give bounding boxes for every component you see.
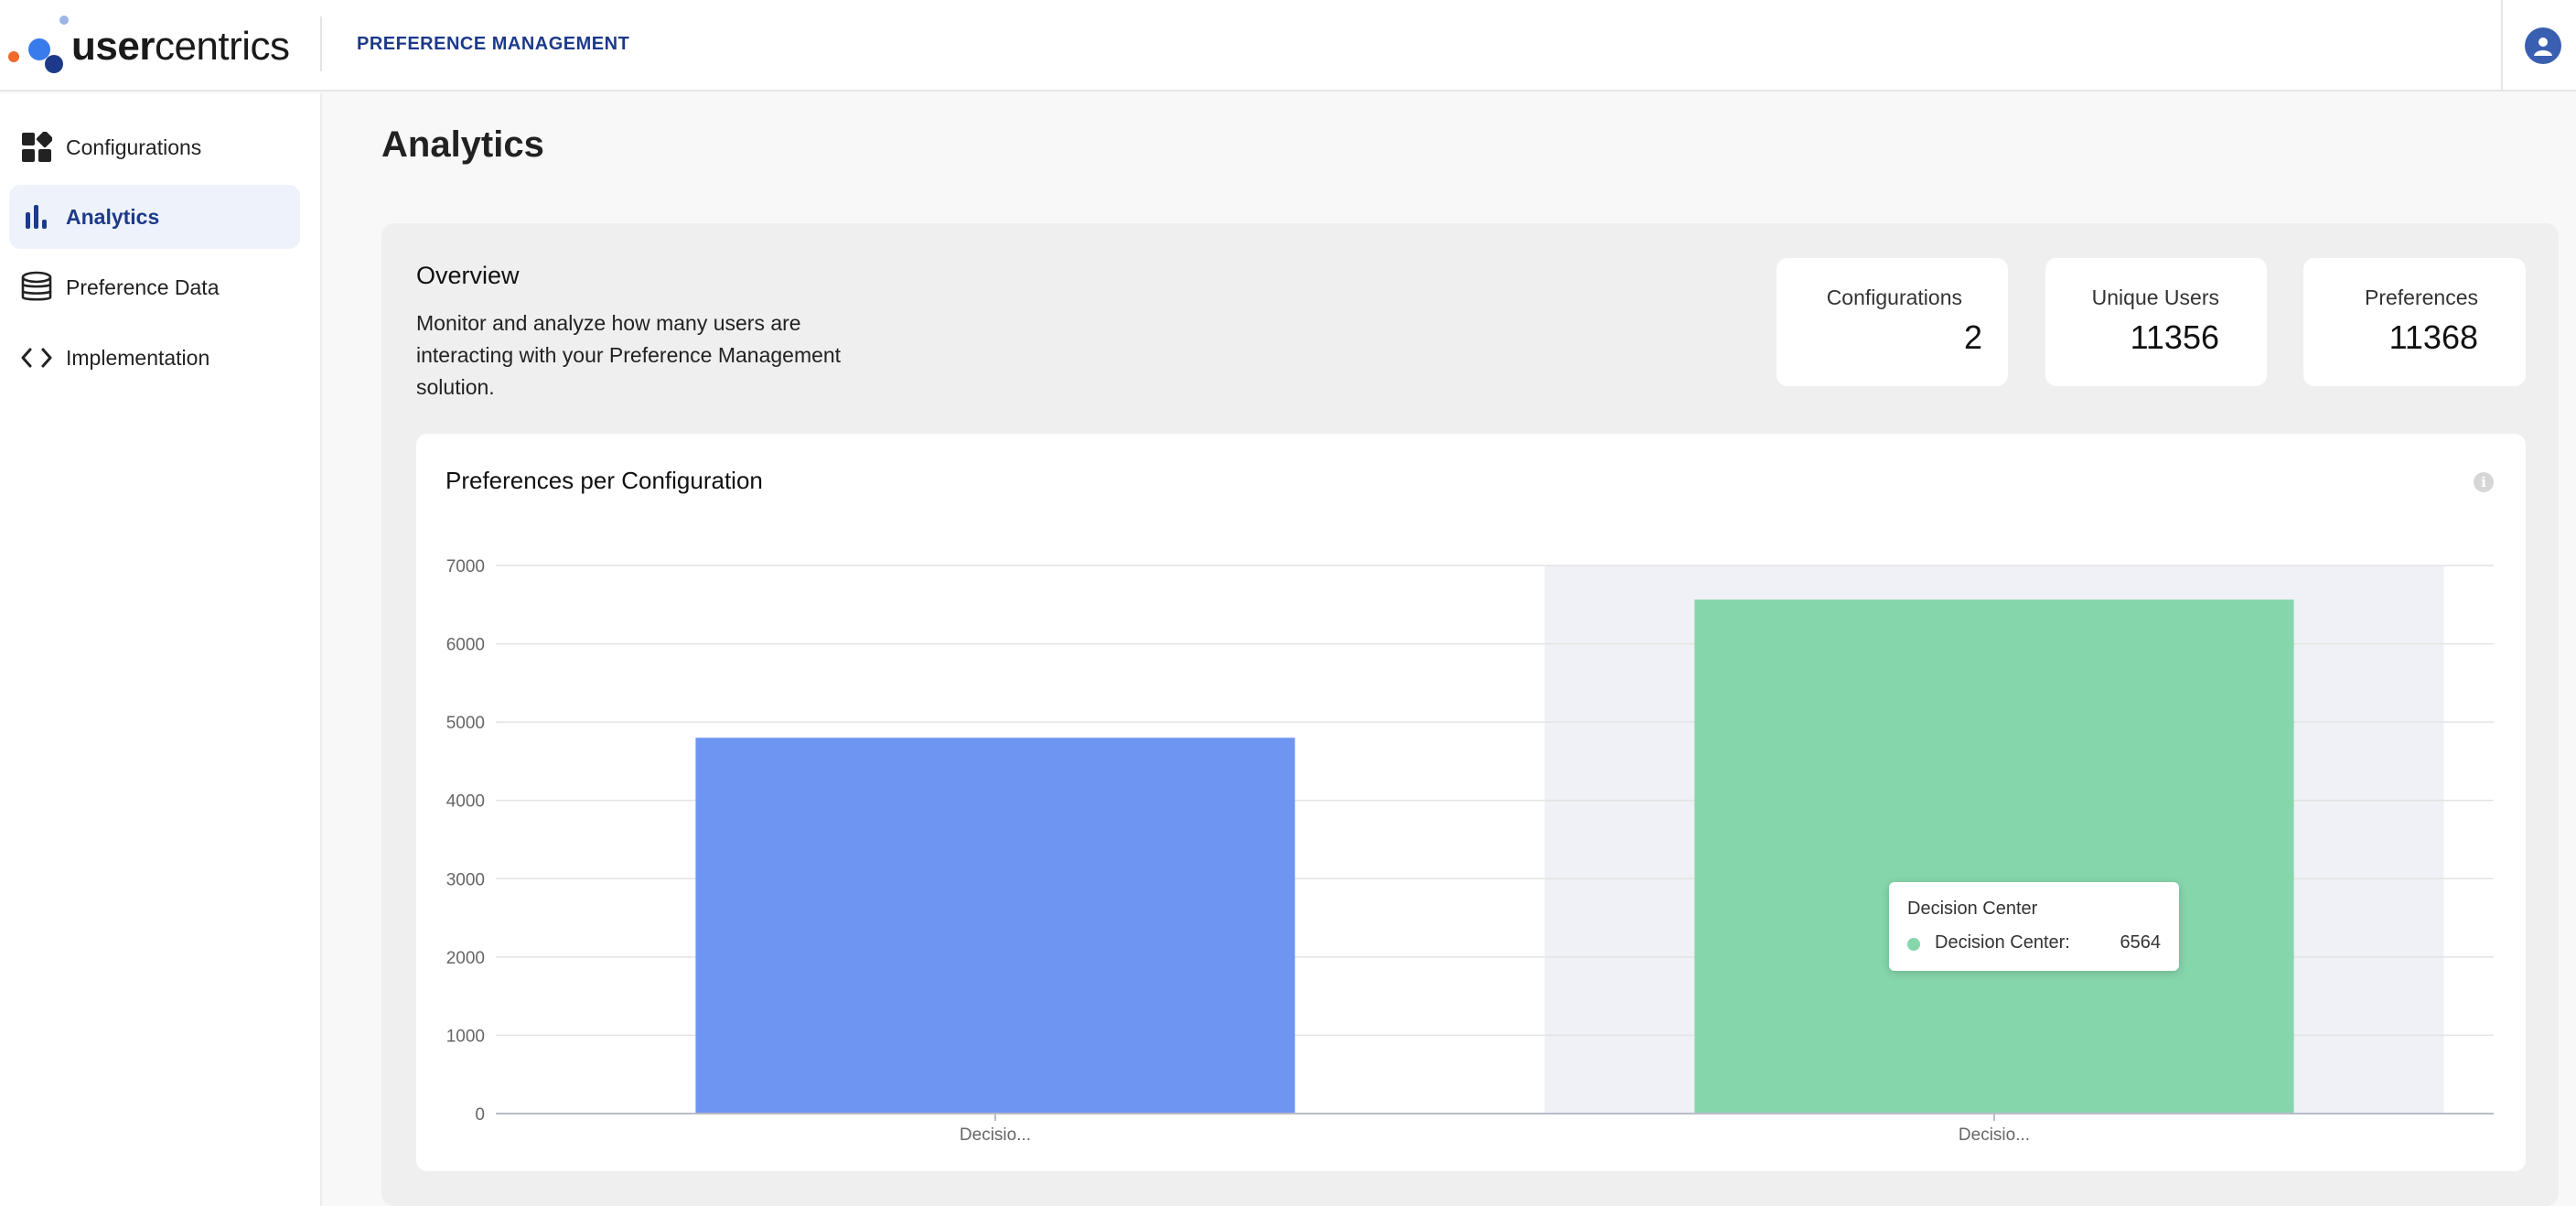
bar-chart-icon <box>18 199 55 235</box>
stat-value: 11368 <box>2388 318 2478 356</box>
stat-value: 2 <box>1963 318 1982 356</box>
sidebar-item-label: Implementation <box>66 345 210 370</box>
stat-card-configurations: Configurations 2 <box>1776 258 2008 386</box>
tooltip-series-dot <box>1907 938 1920 951</box>
tooltip-value: 6564 <box>2120 932 2162 953</box>
bar <box>1694 599 2294 1114</box>
y-tick-label: 1000 <box>446 1027 485 1046</box>
y-tick-label: 4000 <box>446 792 485 812</box>
bar <box>695 738 1295 1114</box>
code-brackets-icon <box>18 339 55 376</box>
sidebar-item-label: Analytics <box>66 204 160 229</box>
x-tick-label: Decisio... <box>1959 1125 2030 1145</box>
tooltip-title: Decision Center <box>1907 899 2038 919</box>
user-account-button[interactable] <box>2525 27 2561 64</box>
database-icon <box>18 269 55 306</box>
tooltip-series-name: Decision Center: <box>1935 932 2070 953</box>
stat-card-preferences: Preferences 11368 <box>2303 258 2526 386</box>
logo-wordmark: usercentrics <box>71 24 290 69</box>
overview-title: Overview <box>416 262 520 289</box>
sidebar: Configurations Analytics Preference Data <box>0 93 322 1206</box>
sidebar-item-configurations[interactable]: Configurations <box>9 115 300 179</box>
y-tick-label: 7000 <box>446 557 485 576</box>
stat-label: Configurations <box>1826 285 1962 309</box>
sidebar-item-implementation[interactable]: Implementation <box>9 326 300 390</box>
header-divider <box>320 16 322 71</box>
stat-card-unique-users: Unique Users 11356 <box>2045 258 2267 386</box>
logo-dots-icon <box>8 16 69 73</box>
chart-tooltip: Decision Center Decision Center: 6564 <box>1889 882 2179 971</box>
overview-description: Monitor and analyze how many users are i… <box>416 311 842 399</box>
page-title: Analytics <box>381 124 544 165</box>
dashboard-grid-icon <box>18 129 55 166</box>
x-tick-label: Decisio... <box>960 1125 1031 1145</box>
stat-label: Unique Users <box>2091 285 2219 309</box>
sidebar-item-preference-data[interactable]: Preference Data <box>9 255 300 319</box>
product-name: PREFERENCE MANAGEMENT <box>357 34 630 54</box>
y-tick-label: 3000 <box>446 870 485 889</box>
y-tick-label: 2000 <box>446 949 485 968</box>
stat-value: 11356 <box>2130 318 2219 356</box>
y-tick-label: 6000 <box>446 636 485 655</box>
preferences-bar-chart: 0 1000 2000 3000 4000 5000 6000 7000 Decisio... D… <box>446 557 2494 1145</box>
sidebar-item-label: Configurations <box>66 135 202 159</box>
stat-label: Preferences <box>2364 285 2478 309</box>
y-tick-label: 0 <box>475 1105 485 1125</box>
sidebar-item-analytics[interactable]: Analytics <box>9 185 300 249</box>
usercentrics-logo[interactable]: usercentrics <box>5 13 298 77</box>
top-bar: usercentrics PREFERENCE MANAGEMENT <box>0 0 2576 92</box>
user-circle-icon <box>2534 38 2552 56</box>
sidebar-item-label: Preference Data <box>66 275 220 299</box>
y-tick-label: 5000 <box>446 714 485 733</box>
header-right-divider <box>2501 0 2503 92</box>
